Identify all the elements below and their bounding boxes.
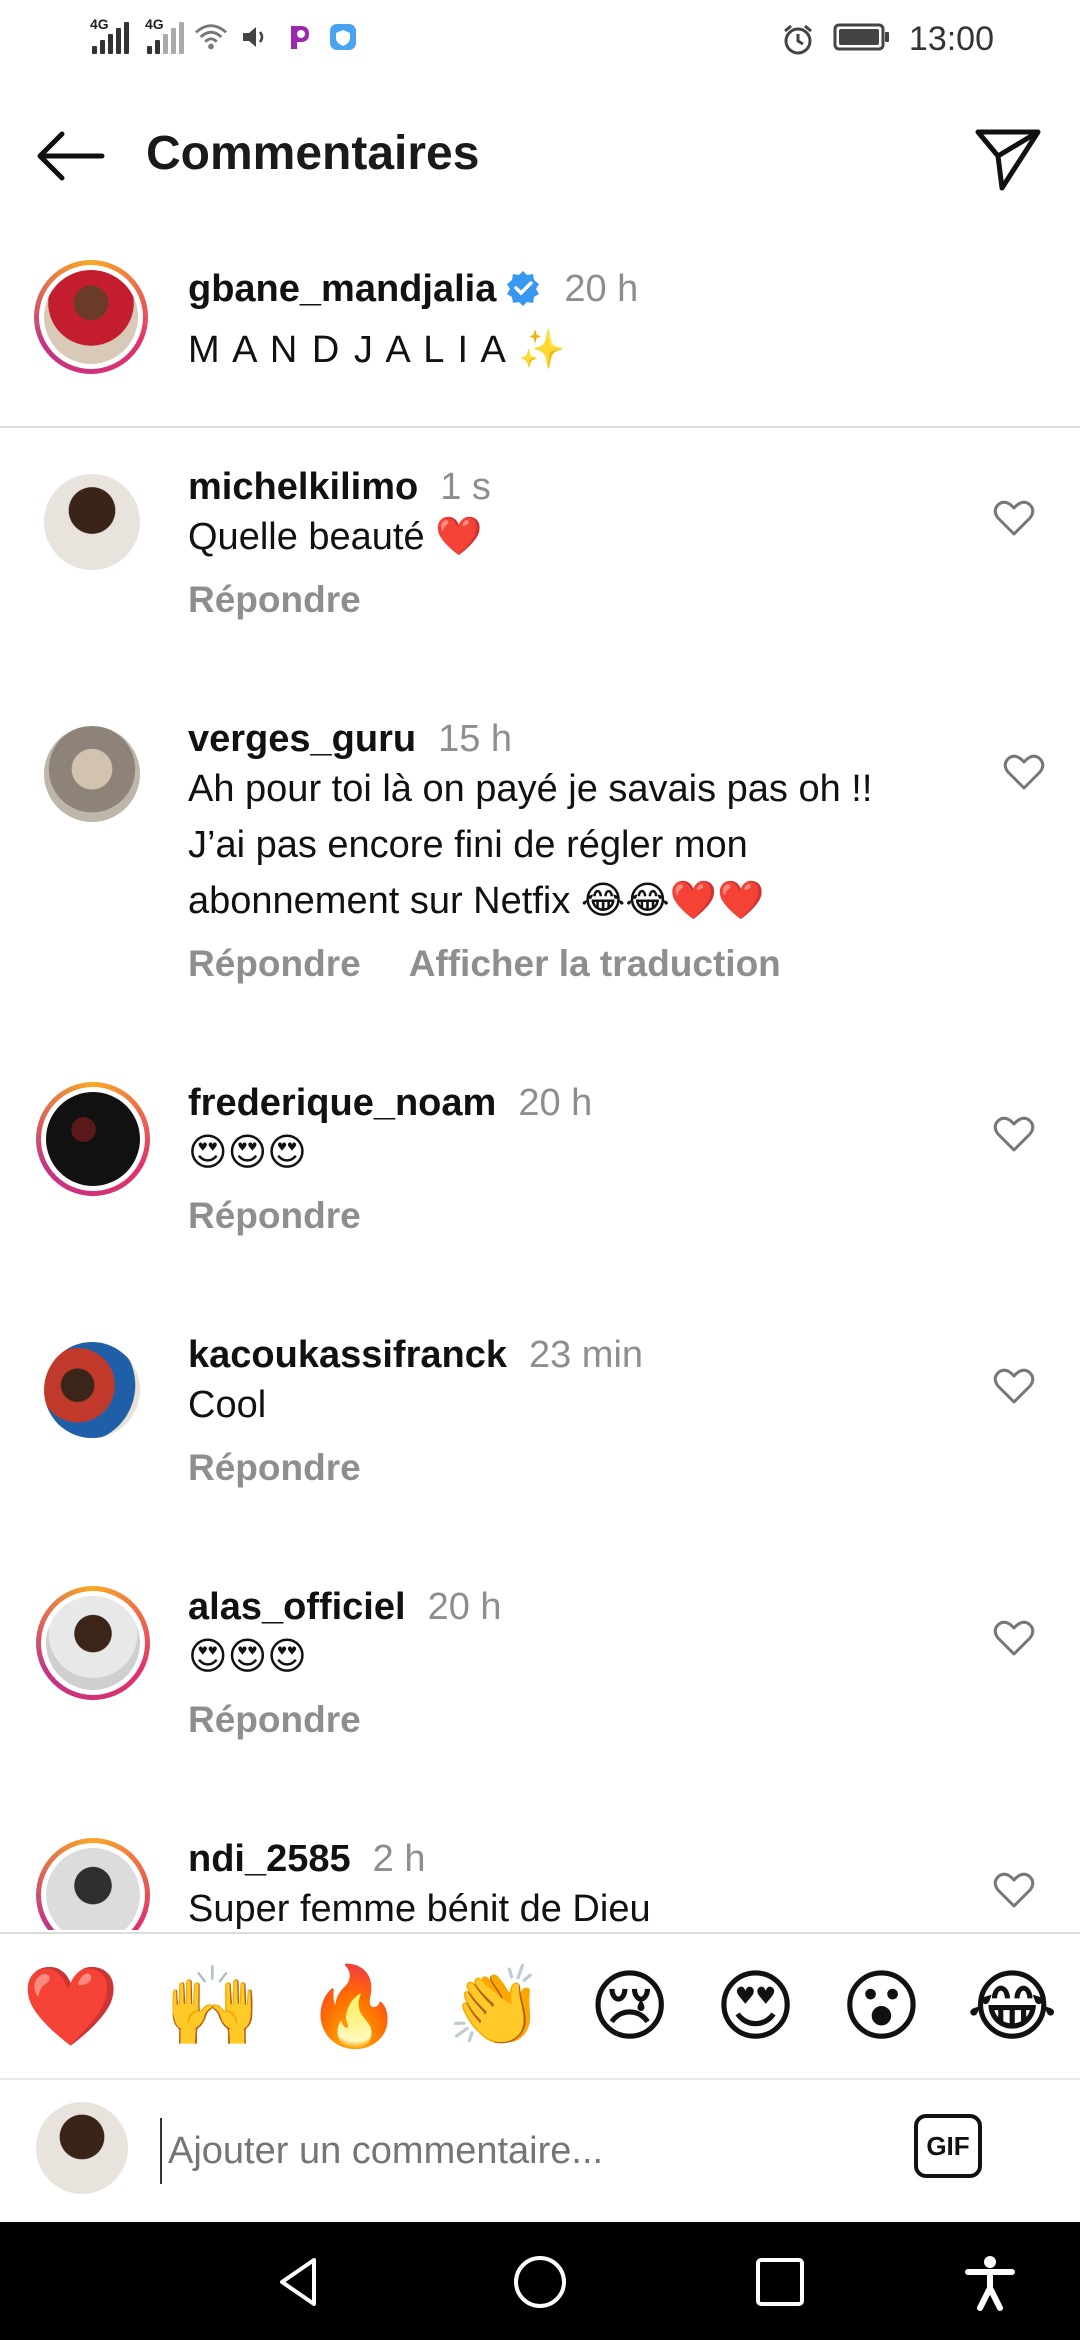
comment-text-line: Ah pour toi là on payé je savais pas oh … — [188, 768, 873, 810]
comment-text: 😍😍😍 — [188, 1132, 307, 1174]
clock: 13:00 — [908, 20, 994, 58]
avatar[interactable] — [36, 1586, 150, 1700]
emoji-heart[interactable]: ❤️ — [22, 1967, 119, 2045]
comment-time: 20 h — [518, 1082, 593, 1124]
page-title: Commentaires — [146, 127, 480, 180]
comment-username[interactable]: ndi_2585 — [188, 1838, 351, 1880]
avatar — [36, 2102, 128, 2194]
accessibility-icon[interactable] — [960, 2252, 1020, 2312]
alarm-icon — [781, 23, 815, 57]
comment-item: verges_guru 15 h Ah pour toi là on payé j… — [0, 718, 1080, 1028]
comment-time: 20 h — [427, 1586, 502, 1628]
comment-text-line: abonnement sur Netfix 😂😂❤️❤️ — [188, 880, 765, 922]
reply-button[interactable]: Répondre — [188, 1699, 361, 1740]
send-icon[interactable] — [972, 122, 1044, 192]
emoji-crying[interactable]: 😢 — [589, 1967, 670, 2045]
volume-icon — [238, 20, 272, 54]
comment-username[interactable]: frederique_noam — [188, 1082, 496, 1124]
avatar[interactable] — [36, 1838, 150, 1930]
quick-emoji-bar: ❤️ 🙌 🔥 👏 😢 😍 😮 😂 — [0, 1932, 1080, 2080]
cellular-signal-2-icon: 4G — [145, 16, 184, 54]
comment-composer: GIF — [0, 2078, 1080, 2222]
avatar[interactable] — [44, 474, 140, 570]
reply-button[interactable]: Répondre — [188, 943, 361, 984]
comment-input[interactable] — [160, 2118, 910, 2184]
comment-item: ndi_2585 2 h Super femme bénit de Dieu — [0, 1838, 1080, 1930]
comment-time: 15 h — [438, 718, 513, 760]
emoji-heart-eyes[interactable]: 😍 — [715, 1967, 796, 2045]
heart-icon[interactable] — [992, 1364, 1036, 1408]
comment-text: Cool — [188, 1384, 267, 1426]
comment-username[interactable]: kacoukassifranck — [188, 1334, 507, 1376]
comment-username[interactable]: alas_officiel — [188, 1586, 406, 1628]
comment-text: Super femme bénit de Dieu — [188, 1888, 651, 1930]
shield-app-icon — [326, 20, 360, 54]
reply-button[interactable]: Répondre — [188, 1447, 361, 1488]
comment-username[interactable]: michelkilimo — [188, 466, 418, 508]
app-header: Commentaires — [0, 100, 1080, 212]
nav-back-icon[interactable] — [270, 2252, 330, 2312]
heart-icon[interactable] — [992, 1112, 1036, 1156]
caption-text: M A N D J A L I A ✨ — [188, 329, 568, 371]
wifi-icon — [194, 20, 228, 54]
comment-time: 1 s — [440, 466, 491, 508]
translate-button[interactable]: Afficher la traduction — [409, 943, 781, 984]
cellular-signal-icon: 4G — [90, 16, 129, 54]
heart-icon[interactable] — [992, 1616, 1036, 1660]
emoji-fire[interactable]: 🔥 — [306, 1967, 403, 2045]
heart-icon[interactable] — [1002, 750, 1046, 794]
emoji-raising-hands[interactable]: 🙌 — [164, 1967, 261, 2045]
gif-button[interactable]: GIF — [914, 2114, 982, 2178]
comment-text: 😍😍😍 — [188, 1636, 307, 1678]
caption-username[interactable]: gbane_mandjalia — [188, 268, 496, 310]
app-p-icon — [282, 20, 316, 54]
comment-item: kacoukassifranck 23 min Cool Répondre — [0, 1334, 1080, 1534]
verified-icon — [504, 269, 542, 307]
battery-icon — [833, 23, 891, 56]
nav-home-icon[interactable] — [510, 2252, 570, 2312]
reply-button[interactable]: Répondre — [188, 579, 361, 620]
comment-username[interactable]: verges_guru — [188, 718, 416, 760]
emoji-laughing[interactable]: 😂 — [967, 1967, 1058, 2045]
reply-button[interactable]: Répondre — [188, 1195, 361, 1236]
avatar[interactable] — [44, 1342, 140, 1438]
comment-text-line: J’ai pas encore fini de régler mon — [188, 824, 748, 866]
post-caption: gbane_mandjalia 20 h M A N D J A L I A ✨ — [0, 260, 1080, 428]
comment-item: michelkilimo 1 s Quelle beauté ❤️ Répondr… — [0, 466, 1080, 666]
comment-text: Quelle beauté ❤️ — [188, 516, 483, 558]
avatar[interactable] — [44, 726, 140, 822]
comment-time: 2 h — [372, 1838, 426, 1880]
heart-icon[interactable] — [992, 1868, 1036, 1912]
back-arrow-icon[interactable] — [34, 124, 106, 188]
heart-icon[interactable] — [992, 496, 1036, 540]
emoji-surprised[interactable]: 😮 — [841, 1967, 922, 2045]
caption-time: 20 h — [564, 268, 639, 310]
status-bar: 4G 4G 13:00 — [0, 0, 1080, 84]
nav-recents-icon[interactable] — [750, 2252, 810, 2312]
avatar[interactable] — [36, 1082, 150, 1196]
emoji-clapping[interactable]: 👏 — [447, 1967, 544, 2045]
comment-item: alas_officiel 20 h 😍😍😍 Répondre — [0, 1586, 1080, 1786]
comment-time: 23 min — [528, 1334, 644, 1376]
comment-item: frederique_noam 20 h 😍😍😍 Répondre — [0, 1082, 1080, 1282]
avatar[interactable] — [34, 260, 148, 374]
system-nav-bar — [0, 2222, 1080, 2340]
